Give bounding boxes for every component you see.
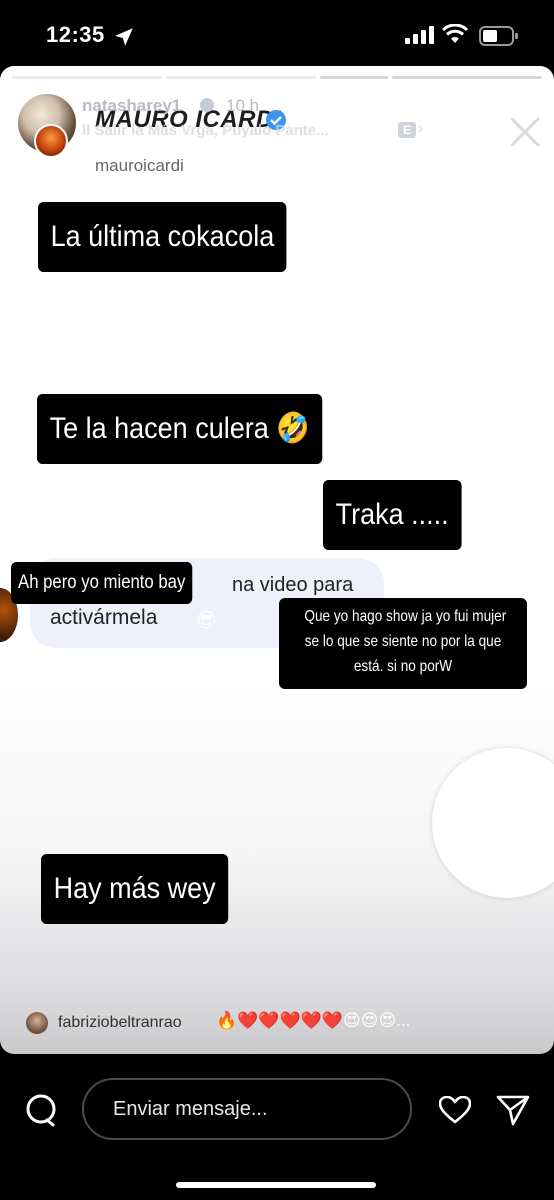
chat-emoji: 😎 xyxy=(196,610,217,632)
chat-message-line: activármela xyxy=(50,606,158,629)
caption-text: Hay más wey xyxy=(41,854,229,924)
caption-text: Te la hacen culera 🤣 xyxy=(37,394,323,464)
screenshot-profile-handle: mauroicardi xyxy=(95,156,184,175)
caption-line: está. si no porW xyxy=(353,658,453,675)
caption-line: se lo que se siente no por la que xyxy=(304,633,502,650)
story-time-ago: 10 h xyxy=(226,96,260,115)
caption-multiline: Que yo hago show ja yo fui mujer se lo q… xyxy=(279,598,527,689)
home-indicator xyxy=(176,1182,376,1188)
heart-icon[interactable] xyxy=(439,1096,471,1124)
caption-line: Que yo hago show ja yo fui mujer xyxy=(304,608,507,625)
progress-segment xyxy=(391,76,542,79)
caption-text: Traka ..... xyxy=(323,480,462,550)
status-bar: 12:35 xyxy=(0,0,554,70)
camera-reply-icon[interactable] xyxy=(25,1094,57,1128)
story-username[interactable]: natasharey1 xyxy=(82,96,181,116)
progress-segment xyxy=(320,76,388,79)
progress-segment xyxy=(12,76,163,79)
progress-segment xyxy=(166,76,317,79)
verified-icon xyxy=(200,98,214,112)
status-time: 12:35 xyxy=(46,22,105,47)
story-reactions[interactable]: fabriziobeltranrao 🔥❤️❤️❤️❤️❤️😍😍😍... xyxy=(0,1006,554,1036)
bottom-bar xyxy=(0,1054,554,1200)
cellular-signal-icon xyxy=(405,26,434,44)
laughing-emoji: 😂 xyxy=(470,782,552,860)
send-icon[interactable] xyxy=(496,1094,530,1126)
message-input[interactable] xyxy=(82,1078,412,1140)
reaction-emojis: 🔥❤️❤️❤️❤️❤️😍😍😍... xyxy=(216,1011,411,1030)
story-music-label[interactable]: ll Salir la Más Vrga, Púyalo Pante... xyxy=(82,122,329,139)
reaction-username: fabriziobeltranrao xyxy=(58,1014,182,1031)
story-secondary-avatar xyxy=(34,124,68,158)
caption-text: Ah pero yo miento bay xyxy=(11,562,193,604)
story-progress xyxy=(12,76,542,80)
reaction-avatar xyxy=(26,1012,48,1034)
wifi-icon xyxy=(442,24,468,43)
location-arrow-icon xyxy=(115,28,133,46)
explicit-badge: E xyxy=(398,122,416,138)
story-view[interactable]: MAURO ICARDI mauroicardi natasharey1 10 … xyxy=(0,66,554,1054)
battery-icon xyxy=(479,26,518,46)
caption-text: La última cokacola xyxy=(38,202,287,272)
chevron-right-icon: › xyxy=(418,120,423,137)
more-options-icon[interactable] xyxy=(456,108,484,116)
chat-message-partial: na video para xyxy=(232,574,354,596)
story-header: MAURO ICARDI mauroicardi natasharey1 10 … xyxy=(0,84,554,175)
close-icon[interactable] xyxy=(509,116,541,148)
